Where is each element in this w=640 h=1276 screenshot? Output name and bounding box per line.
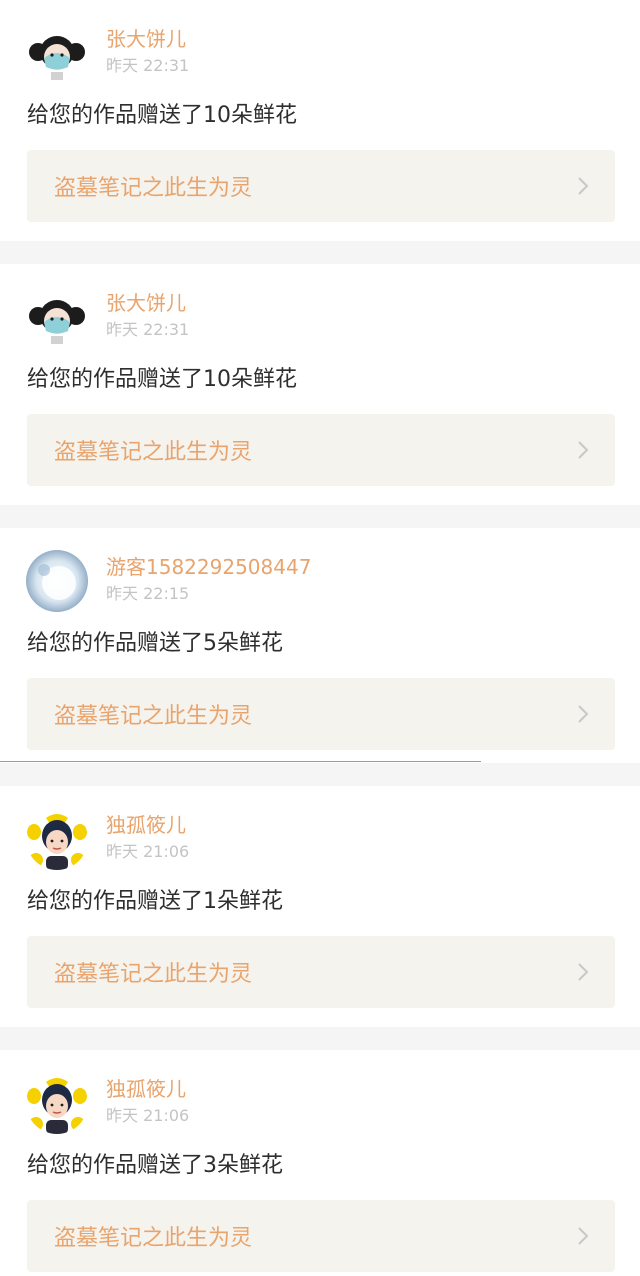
notification-card: 游客1582292508447 昨天 22:15 给您的作品赠送了5朵鲜花 盗墓… — [0, 528, 640, 763]
chevron-right-icon — [578, 1227, 589, 1245]
work-link[interactable]: 盗墓笔记之此生为灵 — [27, 936, 615, 1008]
divider-line — [0, 761, 481, 762]
work-title: 盗墓笔记之此生为灵 — [54, 962, 253, 987]
gift-message: 给您的作品赠送了10朵鲜花 — [27, 103, 297, 128]
timestamp: 昨天 22:31 — [106, 56, 190, 75]
notification-header: 游客1582292508447 昨天 22:15 — [26, 550, 311, 612]
username[interactable]: 张大饼儿 — [106, 290, 189, 316]
masked-girl-avatar-icon[interactable] — [26, 22, 88, 84]
chevron-right-icon — [578, 705, 589, 723]
notification-header: 独孤筱儿 昨天 21:06 — [26, 1072, 189, 1134]
notification-header: 张大饼儿 昨天 22:31 — [26, 22, 189, 84]
notification-meta: 张大饼儿 昨天 22:31 — [106, 290, 189, 341]
notification-meta: 独孤筱儿 昨天 21:06 — [106, 1076, 189, 1127]
notification-card: 张大饼儿 昨天 22:31 给您的作品赠送了10朵鲜花 盗墓笔记之此生为灵 — [0, 264, 640, 505]
work-title: 盗墓笔记之此生为灵 — [54, 1226, 253, 1251]
notification-header: 独孤筱儿 昨天 21:06 — [26, 808, 189, 870]
gift-message: 给您的作品赠送了10朵鲜花 — [27, 367, 297, 392]
timestamp: 昨天 21:06 — [106, 1106, 190, 1125]
timestamp: 昨天 21:06 — [106, 842, 190, 861]
work-title: 盗墓笔记之此生为灵 — [54, 176, 253, 201]
notification-card: 独孤筱儿 昨天 21:06 给您的作品赠送了1朵鲜花 盗墓笔记之此生为灵 — [0, 786, 640, 1027]
gift-message: 给您的作品赠送了1朵鲜花 — [27, 889, 283, 914]
work-link[interactable]: 盗墓笔记之此生为灵 — [27, 1200, 615, 1272]
cartoon-girl-avatar-icon[interactable] — [26, 808, 88, 870]
username[interactable]: 独孤筱儿 — [106, 1076, 189, 1102]
gift-message: 给您的作品赠送了3朵鲜花 — [27, 1153, 283, 1178]
notification-header: 张大饼儿 昨天 22:31 — [26, 286, 189, 348]
timestamp: 昨天 22:15 — [106, 584, 190, 603]
masked-girl-avatar-icon[interactable] — [26, 286, 88, 348]
notification-meta: 独孤筱儿 昨天 21:06 — [106, 812, 189, 863]
work-link[interactable]: 盗墓笔记之此生为灵 — [27, 678, 615, 750]
cartoon-girl-avatar-icon[interactable] — [26, 1072, 88, 1134]
moon-avatar-icon[interactable] — [26, 550, 88, 612]
username[interactable]: 独孤筱儿 — [106, 812, 189, 838]
work-title: 盗墓笔记之此生为灵 — [54, 704, 253, 729]
notification-card: 张大饼儿 昨天 22:31 给您的作品赠送了10朵鲜花 盗墓笔记之此生为灵 — [0, 0, 640, 241]
chevron-right-icon — [578, 441, 589, 459]
gift-message: 给您的作品赠送了5朵鲜花 — [27, 631, 283, 656]
notification-feed: 张大饼儿 昨天 22:31 给您的作品赠送了10朵鲜花 盗墓笔记之此生为灵 张大… — [0, 0, 640, 1276]
username[interactable]: 张大饼儿 — [106, 26, 189, 52]
notification-meta: 游客1582292508447 昨天 22:15 — [106, 554, 311, 605]
work-link[interactable]: 盗墓笔记之此生为灵 — [27, 150, 615, 222]
username[interactable]: 游客1582292508447 — [106, 554, 311, 580]
timestamp: 昨天 22:31 — [106, 320, 190, 339]
notification-meta: 张大饼儿 昨天 22:31 — [106, 26, 189, 77]
chevron-right-icon — [578, 177, 589, 195]
notification-card: 独孤筱儿 昨天 21:06 给您的作品赠送了3朵鲜花 盗墓笔记之此生为灵 — [0, 1050, 640, 1276]
work-title: 盗墓笔记之此生为灵 — [54, 440, 253, 465]
chevron-right-icon — [578, 963, 589, 981]
work-link[interactable]: 盗墓笔记之此生为灵 — [27, 414, 615, 486]
